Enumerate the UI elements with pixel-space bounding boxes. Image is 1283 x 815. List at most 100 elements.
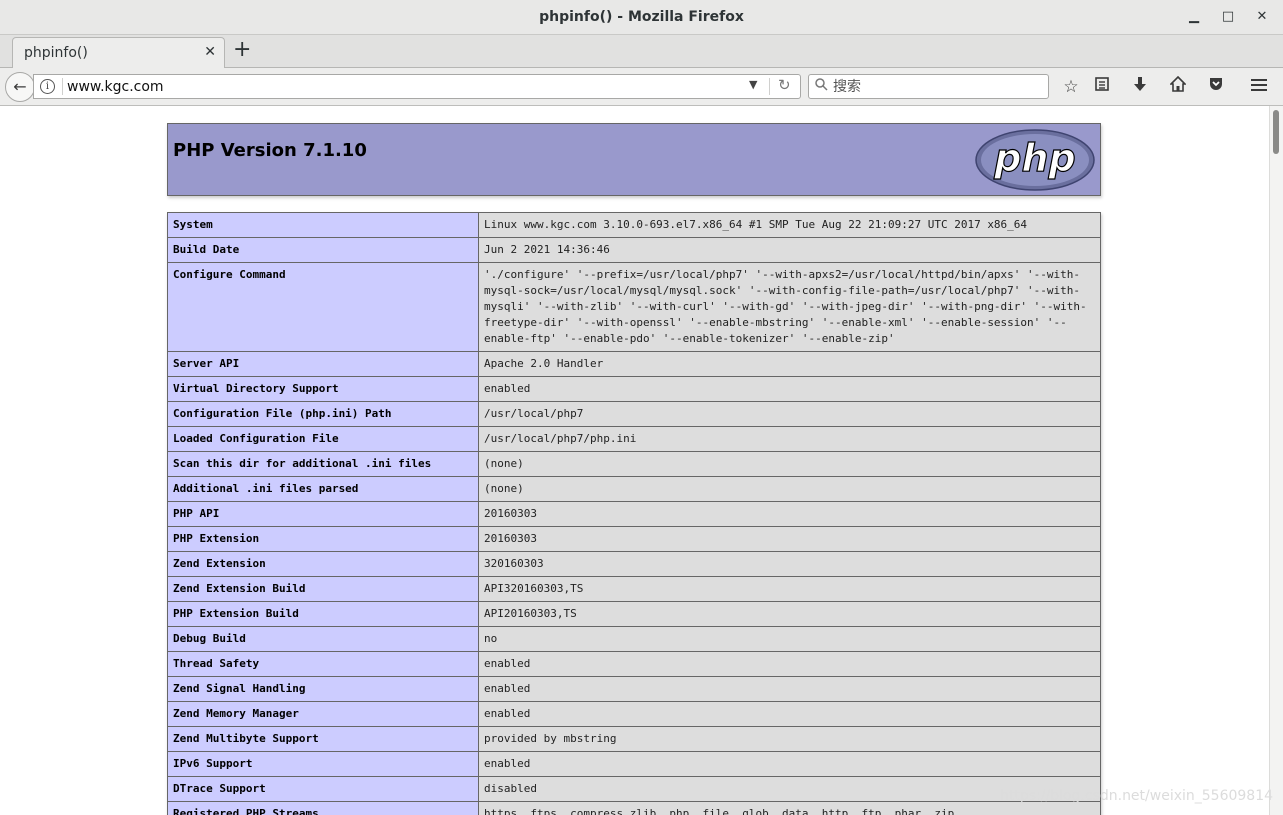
- table-row: Zend Extension 320160303: [167, 551, 1101, 577]
- table-row: Server API Apache 2.0 Handler: [167, 351, 1101, 377]
- row-value: './configure' '--prefix=/usr/local/php7'…: [478, 262, 1101, 352]
- url-input[interactable]: [67, 77, 757, 96]
- row-value: 20160303: [478, 501, 1101, 527]
- page-title: PHP Version 7.1.10: [173, 140, 367, 161]
- row-key: Zend Signal Handling: [167, 676, 479, 702]
- vertical-scrollbar[interactable]: [1269, 106, 1283, 815]
- row-value: 320160303: [478, 551, 1101, 577]
- php-version-header: PHP Version 7.1.10 php: [167, 123, 1101, 196]
- row-value: Linux www.kgc.com 3.10.0-693.el7.x86_64 …: [478, 212, 1101, 238]
- php-logo-text: php: [993, 136, 1075, 180]
- row-value: enabled: [478, 676, 1101, 702]
- row-value: API20160303,TS: [478, 601, 1101, 627]
- table-row: Thread Safety enabled: [167, 651, 1101, 677]
- row-key: DTrace Support: [167, 776, 479, 802]
- table-row: Configure Command './configure' '--prefix…: [167, 262, 1101, 352]
- php-info-table-body: System Linux www.kgc.com 3.10.0-693.el7.x…: [167, 212, 1101, 815]
- row-key: Zend Memory Manager: [167, 701, 479, 727]
- row-value: provided by mbstring: [478, 726, 1101, 752]
- search-input[interactable]: [833, 77, 1033, 96]
- row-key: Configuration File (php.ini) Path: [167, 401, 479, 427]
- row-key: Debug Build: [167, 626, 479, 652]
- hamburger-menu-icon[interactable]: [1248, 76, 1270, 98]
- php-info-table: System Linux www.kgc.com 3.10.0-693.el7.x…: [167, 212, 1101, 815]
- tab-label: phpinfo(): [24, 45, 88, 61]
- table-row: DTrace Support disabled: [167, 776, 1101, 802]
- navigation-toolbar: ← i ▼ ↻ ☆: [0, 68, 1283, 106]
- download-icon[interactable]: [1129, 76, 1151, 98]
- row-key: Virtual Directory Support: [167, 376, 479, 402]
- row-value: Jun 2 2021 14:36:46: [478, 237, 1101, 263]
- reload-icon[interactable]: ↻: [778, 76, 791, 94]
- window-titlebar: phpinfo() - Mozilla Firefox ▁ □ ✕: [0, 0, 1283, 35]
- tab-bar: phpinfo() ✕ +: [0, 35, 1283, 68]
- back-arrow-icon[interactable]: ←: [5, 72, 35, 102]
- maximize-icon[interactable]: □: [1220, 9, 1236, 25]
- row-key: PHP API: [167, 501, 479, 527]
- row-value: Apache 2.0 Handler: [478, 351, 1101, 377]
- bookmark-star-icon[interactable]: ☆: [1060, 76, 1082, 98]
- table-row: System Linux www.kgc.com 3.10.0-693.el7.x…: [167, 212, 1101, 238]
- row-key: IPv6 Support: [167, 751, 479, 777]
- table-row: IPv6 Support enabled: [167, 751, 1101, 777]
- home-icon[interactable]: [1167, 75, 1189, 98]
- table-row: Zend Extension Build API320160303,TS: [167, 576, 1101, 602]
- row-key: Scan this dir for additional .ini files: [167, 451, 479, 477]
- url-bar[interactable]: i ▼ ↻: [33, 74, 801, 99]
- url-separator: [62, 78, 63, 95]
- minimize-icon[interactable]: ▁: [1186, 9, 1202, 25]
- table-row: Debug Build no: [167, 626, 1101, 652]
- table-row: Build Date Jun 2 2021 14:36:46: [167, 237, 1101, 263]
- table-row: Additional .ini files parsed (none): [167, 476, 1101, 502]
- row-key: Zend Multibyte Support: [167, 726, 479, 752]
- row-value: enabled: [478, 701, 1101, 727]
- table-row: Scan this dir for additional .ini files(…: [167, 451, 1101, 477]
- row-value: enabled: [478, 751, 1101, 777]
- site-info-icon[interactable]: i: [40, 79, 55, 94]
- row-key: Registered PHP Streams: [167, 801, 479, 815]
- table-row: Configuration File (php.ini) Path/usr/lo…: [167, 401, 1101, 427]
- table-row: Zend Memory Manager enabled: [167, 701, 1101, 727]
- new-tab-button[interactable]: +: [233, 39, 251, 61]
- reload-separator: [769, 78, 770, 95]
- row-value: enabled: [478, 376, 1101, 402]
- row-key: Zend Extension: [167, 551, 479, 577]
- table-row: PHP Extension 20160303: [167, 526, 1101, 552]
- row-value: (none): [478, 451, 1101, 477]
- row-key: Build Date: [167, 237, 479, 263]
- page-viewport: PHP Version 7.1.10 php System Linux www.k…: [0, 106, 1269, 815]
- tab-phpinfo[interactable]: phpinfo() ✕: [12, 37, 225, 68]
- row-key: Server API: [167, 351, 479, 377]
- scrollbar-thumb[interactable]: [1273, 110, 1279, 154]
- row-key: Thread Safety: [167, 651, 479, 677]
- row-key: System: [167, 212, 479, 238]
- search-bar[interactable]: [808, 74, 1049, 99]
- pocket-icon[interactable]: [1205, 76, 1227, 98]
- row-key: Loaded Configuration File: [167, 426, 479, 452]
- table-row: PHP API 20160303: [167, 501, 1101, 527]
- tab-close-icon[interactable]: ✕: [204, 44, 216, 60]
- search-icon: [815, 78, 828, 95]
- row-key: PHP Extension: [167, 526, 479, 552]
- table-row: Zend Signal Handling enabled: [167, 676, 1101, 702]
- window-title: phpinfo() - Mozilla Firefox: [539, 9, 744, 25]
- row-value: 20160303: [478, 526, 1101, 552]
- row-key: Configure Command: [167, 262, 479, 352]
- table-row: PHP Extension Build API20160303,TS: [167, 601, 1101, 627]
- row-value: /usr/local/php7: [478, 401, 1101, 427]
- dropdown-arrow-icon[interactable]: ▼: [749, 78, 757, 91]
- table-row: Virtual Directory Support enabled: [167, 376, 1101, 402]
- row-key: Zend Extension Build: [167, 576, 479, 602]
- table-row: Registered PHP Streams https, ftps, compr…: [167, 801, 1101, 815]
- table-row: Zend Multibyte Support provided by mbstri…: [167, 726, 1101, 752]
- row-value: /usr/local/php7/php.ini: [478, 426, 1101, 452]
- php-logo[interactable]: php: [975, 129, 1095, 191]
- row-key: Additional .ini files parsed: [167, 476, 479, 502]
- row-value: API320160303,TS: [478, 576, 1101, 602]
- row-key: PHP Extension Build: [167, 601, 479, 627]
- row-value: (none): [478, 476, 1101, 502]
- row-value: no: [478, 626, 1101, 652]
- window-close-icon[interactable]: ✕: [1254, 9, 1270, 25]
- reading-list-icon[interactable]: [1091, 76, 1113, 98]
- row-value: enabled: [478, 651, 1101, 677]
